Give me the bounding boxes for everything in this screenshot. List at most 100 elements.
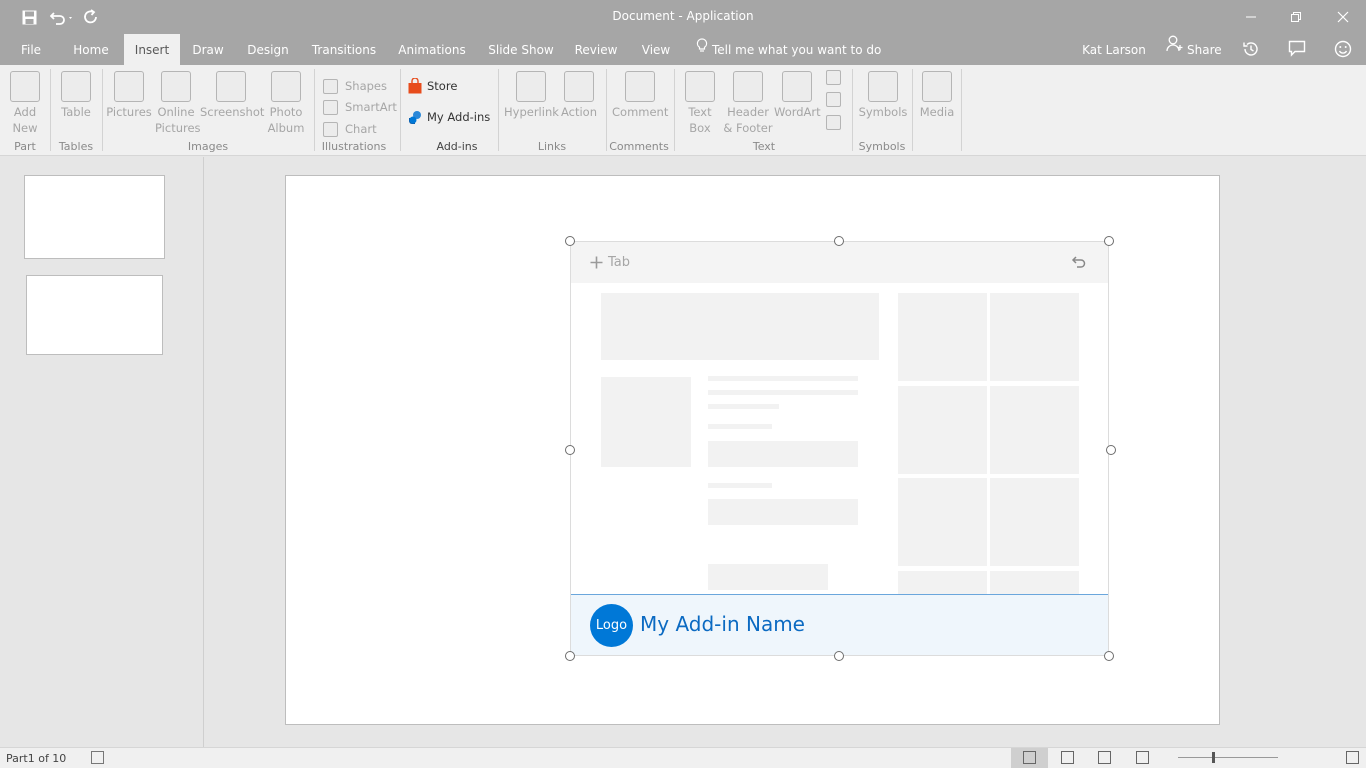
add-new-label-1: Add <box>13 105 37 119</box>
tab-slideshow[interactable]: Slide Show <box>484 34 558 65</box>
placeholder-line <box>708 376 858 381</box>
media-label: Media <box>919 105 955 119</box>
symbols-button[interactable]: Symbols <box>858 71 908 141</box>
wordart-button[interactable]: WordArt <box>774 71 821 141</box>
close-button[interactable] <box>1332 6 1354 28</box>
resize-handle-bottom-right[interactable] <box>1104 651 1114 661</box>
chart-button[interactable]: Chart <box>323 120 377 138</box>
table-button[interactable]: Table <box>58 71 94 141</box>
restore-button[interactable] <box>1285 6 1307 28</box>
tab-review[interactable]: Review <box>570 34 622 65</box>
slide-number-button[interactable] <box>826 92 841 107</box>
zoom-slider-track[interactable] <box>1178 757 1278 758</box>
view-slideshow-button[interactable] <box>1136 751 1149 764</box>
comment-icon[interactable] <box>1286 34 1308 65</box>
placeholder-button <box>708 564 828 590</box>
object-button[interactable] <box>826 115 841 130</box>
slide-thumbnail-1[interactable] <box>24 175 165 259</box>
proofing-icon[interactable] <box>91 751 104 764</box>
placeholder-line <box>708 390 858 395</box>
action-button[interactable]: Action <box>560 71 598 141</box>
store-button[interactable]: Store <box>408 77 457 95</box>
view-reading-button[interactable] <box>1098 751 1111 764</box>
application-window: Document - Application File Home Insert … <box>0 0 1366 768</box>
online-pictures-button[interactable]: Online Pictures <box>155 71 201 141</box>
header-footer-button[interactable]: Header & Footer <box>722 71 774 141</box>
screenshot-button[interactable]: Screenshot <box>200 71 264 141</box>
hyperlink-button[interactable]: Hyperlink <box>504 71 559 141</box>
resize-handle-top[interactable] <box>834 236 844 246</box>
back-arrow-icon[interactable] <box>1071 254 1087 270</box>
screenshot-icon <box>216 71 246 102</box>
placeholder-tile <box>990 386 1079 474</box>
tab-animations[interactable]: Animations <box>394 34 470 65</box>
media-button[interactable]: Media <box>918 71 956 141</box>
ribbon-separator <box>961 69 962 151</box>
table-icon <box>61 71 91 102</box>
placeholder-image <box>601 377 691 467</box>
resize-handle-right[interactable] <box>1106 445 1116 455</box>
comment-label: Comment <box>612 105 669 119</box>
share-button[interactable]: Share <box>1166 34 1226 65</box>
my-addins-button[interactable]: My Add-ins <box>408 108 490 126</box>
placeholder-tile <box>990 293 1079 381</box>
action-label: Action <box>560 105 598 119</box>
history-icon[interactable] <box>1240 34 1262 65</box>
chart-icon <box>323 121 338 137</box>
photo-album-button[interactable]: Photo Album <box>264 71 308 141</box>
view-normal-button[interactable] <box>1011 748 1048 768</box>
comment-button[interactable]: Comment <box>612 71 668 141</box>
action-icon <box>564 71 594 102</box>
tab-view[interactable]: View <box>636 34 676 65</box>
ribbon-separator <box>400 69 401 151</box>
pictures-button[interactable]: Pictures <box>106 71 152 141</box>
add-new-part-button[interactable]: Add New <box>8 71 42 141</box>
share-label: Share <box>1187 43 1222 57</box>
smartart-button[interactable]: SmartArt <box>323 98 397 116</box>
text-box-label-2: Box <box>689 121 711 135</box>
tab-insert[interactable]: Insert <box>124 34 180 65</box>
resize-handle-top-left[interactable] <box>565 236 575 246</box>
minimize-button[interactable] <box>1240 6 1262 28</box>
addin-content-frame[interactable]: Tab Logo My Add-in Name <box>570 241 1109 656</box>
addin-logo: Logo <box>590 604 633 647</box>
text-box-button[interactable]: Text Box <box>682 71 718 141</box>
tab-design[interactable]: Design <box>242 34 294 65</box>
resize-handle-left[interactable] <box>565 445 575 455</box>
view-sorter-button[interactable] <box>1061 751 1074 764</box>
symbols-label: Symbols <box>858 105 908 119</box>
table-label: Table <box>61 105 91 119</box>
photo-album-label-1: Photo <box>269 105 303 119</box>
hyperlink-label: Hyperlink <box>504 105 559 119</box>
resize-handle-bottom[interactable] <box>834 651 844 661</box>
ribbon-separator <box>314 69 315 151</box>
shapes-button[interactable]: Shapes <box>323 77 387 95</box>
ribbon-separator <box>498 69 499 151</box>
placeholder-banner <box>601 293 879 360</box>
tab-file[interactable]: File <box>14 34 48 65</box>
user-name[interactable]: Kat Larson <box>1080 34 1148 65</box>
resize-handle-bottom-left[interactable] <box>565 651 575 661</box>
online-pictures-label-2: Pictures <box>155 121 201 135</box>
status-bar: Part1 of 10 <box>0 747 1366 768</box>
placeholder-tile <box>898 571 987 594</box>
smiley-icon[interactable] <box>1332 34 1354 65</box>
group-tables-label: Tables <box>58 140 94 153</box>
tab-home[interactable]: Home <box>66 34 116 65</box>
addin-tab-label: Tab <box>608 255 631 270</box>
zoom-slider-thumb[interactable] <box>1212 752 1215 763</box>
group-text-label: Text <box>752 140 776 153</box>
resize-handle-top-right[interactable] <box>1104 236 1114 246</box>
lightbulb-icon <box>696 33 708 66</box>
date-time-button[interactable] <box>826 70 841 85</box>
fit-to-window-button[interactable] <box>1346 751 1359 764</box>
tab-draw[interactable]: Draw <box>188 34 228 65</box>
tell-me-search[interactable]: Tell me what you want to do <box>696 33 881 66</box>
group-links-label: Links <box>537 140 567 153</box>
slide-thumbnail-2[interactable] <box>26 275 163 355</box>
placeholder-tile <box>898 293 987 381</box>
addin-add-tab[interactable]: Tab <box>590 255 630 270</box>
tab-transitions[interactable]: Transitions <box>308 34 380 65</box>
wordart-label: WordArt <box>774 105 821 119</box>
photo-album-label-2: Album <box>267 121 305 135</box>
